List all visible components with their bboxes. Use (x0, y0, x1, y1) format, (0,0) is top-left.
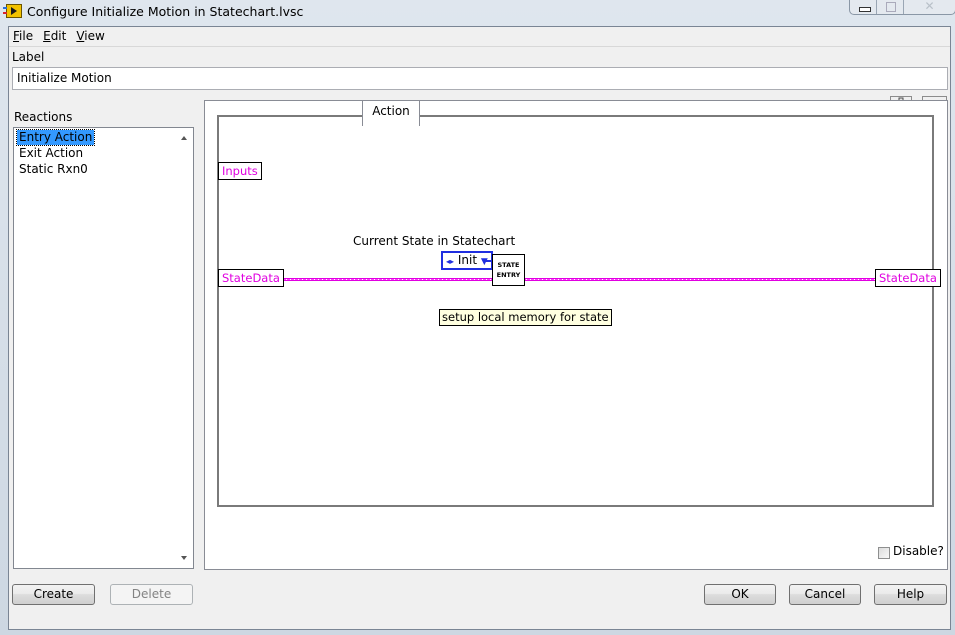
cancel-button[interactable]: Cancel (789, 584, 861, 605)
create-button[interactable]: Create (12, 584, 95, 605)
enum-value: Init (457, 253, 478, 267)
reaction-item-exit-action[interactable]: Exit Action (17, 146, 85, 161)
menu-edit[interactable]: Edit (39, 27, 72, 46)
block-diagram[interactable]: Inputs StateData StateData Current State… (217, 115, 941, 507)
menu-bar: File Edit View (9, 27, 950, 47)
inputs-tunnel[interactable]: Inputs (218, 162, 262, 180)
menu-edit-label: dit (50, 29, 67, 43)
increment-decrement-icon[interactable]: ◂▸ (446, 257, 454, 266)
reactions-scrollbar[interactable] (176, 128, 193, 568)
scroll-down-icon[interactable] (181, 556, 187, 560)
subvi-text-line2: ENTRY (496, 271, 521, 279)
menu-view-label: iew (84, 29, 105, 43)
disable-label: Disable? (893, 544, 944, 558)
dialog-window: Configure Initialize Motion in Statechar… (0, 0, 955, 635)
free-label-comment[interactable]: setup local memory for state (439, 309, 612, 326)
delete-button[interactable]: Delete (110, 584, 193, 605)
reactions-heading: Reactions (14, 110, 73, 124)
dialog-client-area: File Edit View Label Initialize Motion R… (8, 26, 951, 630)
minimize-button[interactable] (850, 0, 877, 14)
statedata-wire[interactable] (275, 278, 876, 281)
maximize-button[interactable] (877, 0, 904, 14)
statedata-output-tunnel[interactable]: StateData (875, 269, 941, 287)
state-entry-subvi[interactable]: STATE ENTRY (492, 254, 525, 286)
window-controls: ✕ (849, 0, 955, 15)
menu-edit-accel: E (43, 29, 51, 43)
reaction-item-static-rxn0[interactable]: Static Rxn0 (17, 162, 90, 177)
label-input[interactable]: Initialize Motion (12, 67, 948, 90)
statedata-input-tunnel[interactable]: StateData (218, 269, 284, 287)
subvi-text-line1: STATE (497, 261, 520, 269)
reaction-item-entry-action[interactable]: Entry Action (15, 129, 96, 146)
close-button[interactable]: ✕ (904, 0, 955, 14)
help-button[interactable]: Help (874, 584, 947, 605)
enum-constant-caption: Current State in Statechart (353, 234, 516, 248)
menu-view[interactable]: View (72, 27, 110, 46)
window-title: Configure Initialize Motion in Statechar… (27, 4, 304, 19)
dropdown-arrow-icon[interactable]: ▼ (481, 257, 488, 267)
tab-action[interactable]: Action (362, 100, 420, 126)
reactions-list: Entry Action Exit Action Static Rxn0 (13, 127, 194, 569)
action-tab-panel: Inputs StateData StateData Current State… (204, 100, 948, 570)
scroll-up-icon[interactable] (181, 136, 187, 140)
label-heading: Label (12, 50, 45, 64)
disable-checkbox[interactable] (878, 547, 890, 559)
labview-app-icon (3, 4, 22, 18)
menu-file-label: ile (19, 29, 34, 43)
ok-button[interactable]: OK (704, 584, 776, 605)
title-bar: Configure Initialize Motion in Statechar… (0, 0, 955, 26)
menu-file[interactable]: File (9, 27, 39, 46)
